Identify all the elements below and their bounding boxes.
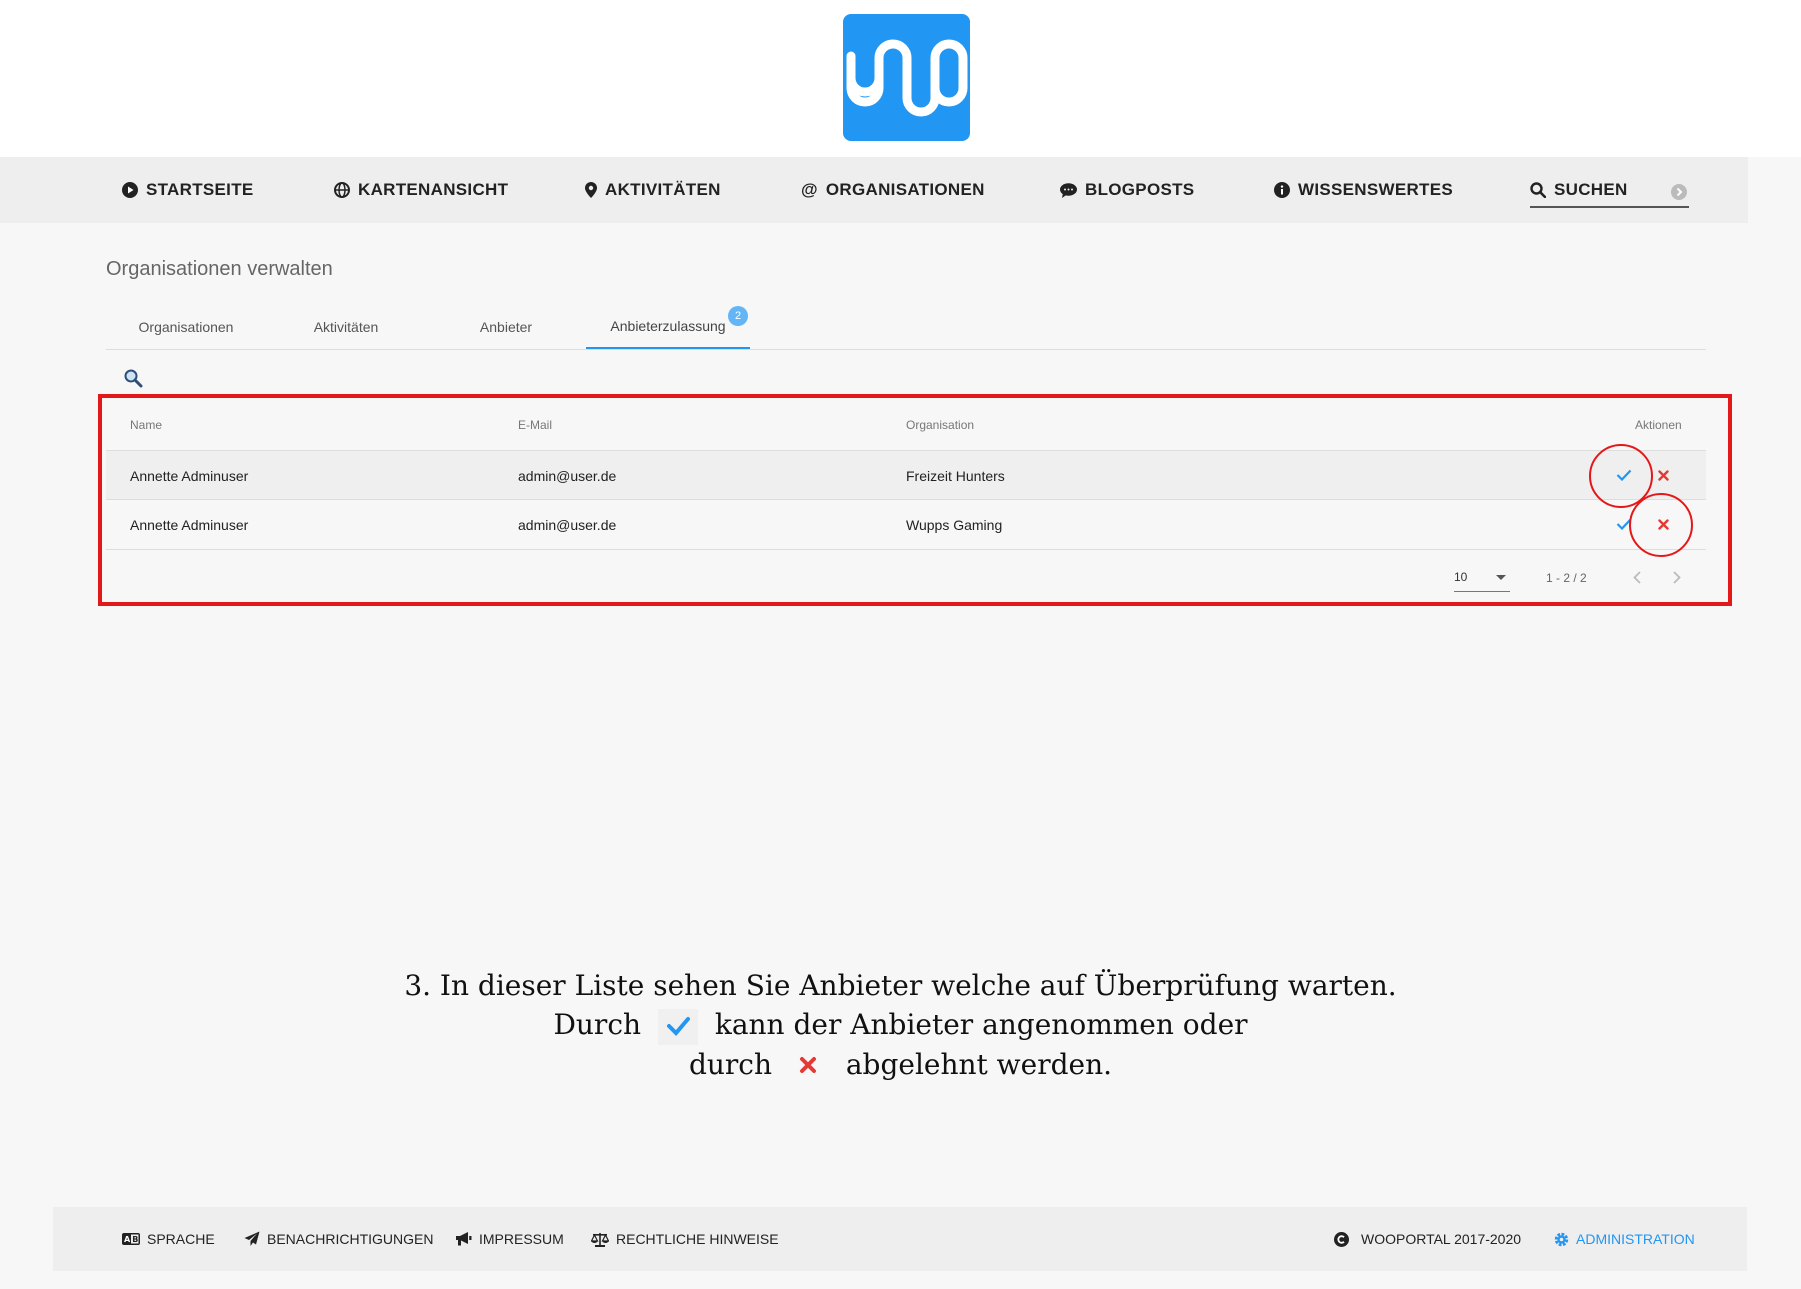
search-input[interactable]: SUCHEN <box>1530 174 1689 208</box>
footer-link-label: SPRACHE <box>147 1231 215 1247</box>
footer-link-label: BENACHRICHTIGUNGEN <box>267 1231 434 1247</box>
footer-link-label: IMPRESSUM <box>479 1231 564 1247</box>
tab-label: Aktivitäten <box>313 319 379 335</box>
tab-anbieter[interactable]: Anbieter <box>426 305 586 349</box>
pending-count-badge: 2 <box>728 306 748 326</box>
nav-item-startseite[interactable]: STARTSEITE <box>122 157 254 223</box>
wooportal-logo[interactable] <box>843 14 970 141</box>
nav-item-wissenswertes[interactable]: WISSENSWERTES <box>1274 157 1453 223</box>
tab-label: Anbieter <box>479 319 533 335</box>
globe-icon <box>334 182 350 198</box>
footer-link-label: RECHTLICHE HINWEISE <box>616 1231 779 1247</box>
nav-item-label: ORGANISATIONEN <box>825 180 985 199</box>
footer-copyright: WOOPORTAL 2017-2020 <box>1334 1207 1521 1271</box>
caption-text: kann der Anbieter angenommen oder <box>714 1008 1248 1041</box>
footer-link-administration[interactable]: ADMINISTRATION <box>1554 1207 1695 1271</box>
annotation-highlight-box <box>98 394 1732 606</box>
tab-bar: Organisationen Aktivitäten Anbieter Anbi… <box>106 305 1706 350</box>
instruction-caption: 3. In dieser Liste sehen Sie Anbieter we… <box>0 966 1801 1084</box>
nav-item-label: BLOGPOSTS <box>1085 180 1195 199</box>
play-circle-icon <box>122 182 138 198</box>
filter-search-icon[interactable] <box>123 368 143 388</box>
caption-text: durch <box>688 1047 773 1081</box>
tab-aktivitaeten[interactable]: Aktivitäten <box>266 305 426 349</box>
footer-link-benachrichtigungen[interactable]: BENACHRICHTIGUNGEN <box>244 1207 433 1271</box>
page-title: Organisationen verwalten <box>106 258 333 280</box>
header <box>0 0 1801 157</box>
info-circle-icon <box>1274 182 1290 198</box>
at-icon: @ <box>801 180 818 199</box>
caption-line-1: 3. In dieser Liste sehen Sie Anbieter we… <box>404 969 1397 1002</box>
tab-label: Organisationen <box>138 319 234 335</box>
tab-organisationen[interactable]: Organisationen <box>106 305 266 349</box>
caption-line-3: durch abgelehnt werden. <box>0 1045 1801 1085</box>
caption-text: abgelehnt werden. <box>845 1047 1113 1081</box>
map-marker-icon <box>585 182 597 198</box>
copyright-icon <box>1334 1231 1349 1247</box>
tab-label: Anbieterzulassung <box>610 318 726 334</box>
caption-line-2: Durch kann der Anbieter angenommen oder <box>0 1005 1801 1045</box>
search-label: SUCHEN <box>1554 180 1628 199</box>
tab-anbieterzulassung[interactable]: Anbieterzulassung 2 <box>586 305 750 349</box>
language-icon: AB <box>122 1233 140 1245</box>
balance-scale-icon <box>591 1232 609 1247</box>
nav-item-organisationen[interactable]: @ ORGANISATIONEN <box>801 157 985 223</box>
main-navigation: STARTSEITE KARTENANSICHT AKTIVITÄTEN @ O… <box>0 157 1748 223</box>
footer: AB SPRACHE BENACHRICHTIGUNGEN IMPRESSUM … <box>53 1207 1747 1271</box>
caption-text: Durch <box>553 1008 642 1041</box>
bullhorn-icon <box>456 1232 472 1246</box>
arrow-circle-right-icon[interactable] <box>1671 184 1687 200</box>
svg-text:A: A <box>124 1235 131 1244</box>
nav-item-label: WISSENSWERTES <box>1298 180 1454 199</box>
nav-item-label: KARTENANSICHT <box>358 180 509 199</box>
annotation-circle-reject <box>1629 493 1693 557</box>
footer-link-sprache[interactable]: AB SPRACHE <box>122 1207 215 1271</box>
nav-item-kartenansicht[interactable]: KARTENANSICHT <box>334 157 508 223</box>
close-icon <box>789 1048 829 1084</box>
nav-item-label: AKTIVITÄTEN <box>605 180 721 199</box>
gear-icon <box>1554 1232 1569 1246</box>
nav-item-blogposts[interactable]: BLOGPOSTS <box>1060 157 1194 223</box>
check-icon <box>657 1008 698 1045</box>
footer-link-impressum[interactable]: IMPRESSUM <box>455 1207 564 1271</box>
nav-item-aktivitaeten[interactable]: AKTIVITÄTEN <box>585 157 721 223</box>
copyright-text: WOOPORTAL 2017-2020 <box>1361 1231 1522 1247</box>
nav-item-label: STARTSEITE <box>146 180 254 199</box>
footer-link-label: ADMINISTRATION <box>1576 1231 1695 1247</box>
search-icon <box>1530 182 1546 198</box>
svg-text:B: B <box>132 1235 138 1244</box>
footer-link-rechtliche-hinweise[interactable]: RECHTLICHE HINWEISE <box>591 1207 779 1271</box>
paper-plane-icon <box>244 1231 260 1246</box>
comment-icon <box>1060 182 1077 198</box>
